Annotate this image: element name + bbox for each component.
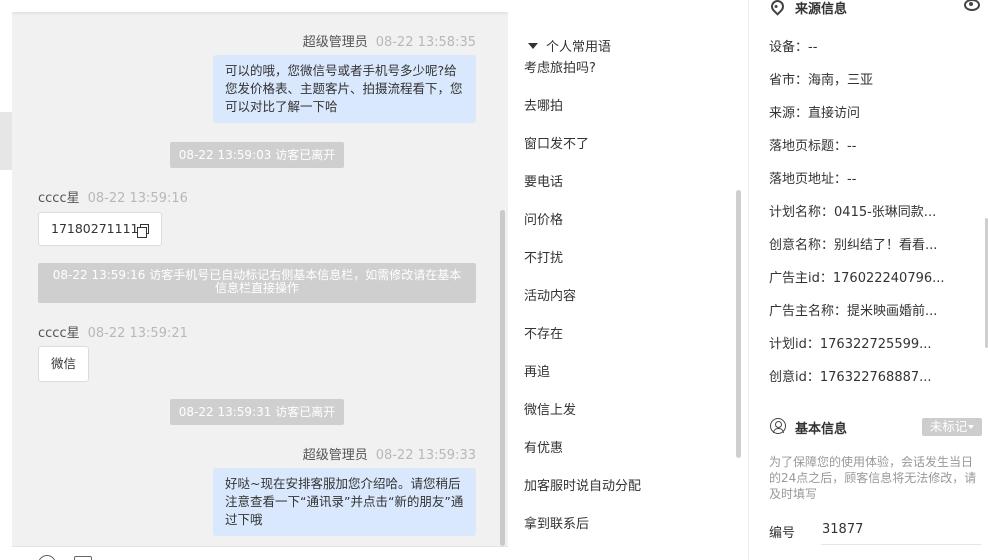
user-icon — [770, 418, 786, 434]
field-device: 设备：-- — [769, 40, 818, 55]
phrase-item[interactable]: 活动内容 — [524, 285, 576, 304]
field-landing-url: 落地页地址：-- — [769, 172, 857, 187]
field-label: 广告主名称 — [769, 304, 835, 319]
agent-message-bubble: 好哒~现在安排客服加您介绍哈。请您稍后注意查看一下“通讯录”并点击“新的朋友”通… — [213, 468, 476, 536]
field-plan-id: 计划id：176322725599... — [769, 337, 932, 352]
system-notice: 08-22 13:59:31 访客已离开 — [170, 399, 344, 425]
phrase-item[interactable]: 拿到联系后 — [524, 513, 589, 532]
field-label: 省市 — [769, 73, 796, 88]
field-value: 0415-张琳同款... — [834, 205, 937, 220]
field-value: -- — [847, 172, 857, 187]
message-meta: cccc星 08-22 13:59:21 — [38, 322, 188, 341]
field-label: 创意名称 — [769, 238, 822, 253]
sender-name: cccc星 — [38, 191, 80, 206]
location-pin-icon — [768, 0, 787, 16]
field-value: 海南，三亚 — [808, 73, 874, 88]
message-time: 08-22 13:59:21 — [87, 326, 188, 341]
phrase-item[interactable]: 问价格 — [524, 209, 563, 228]
chat-panel: 超级管理员 08-22 13:58:35 可以的哦，您微信号或者手机号多少呢?给您… — [12, 0, 508, 560]
phrase-item[interactable]: 不打扰 — [524, 247, 563, 266]
field-label: 广告主id — [769, 271, 820, 286]
message-time: 08-22 13:58:35 — [375, 35, 476, 50]
field-landing-title: 落地页标题：-- — [769, 139, 857, 154]
message-meta: cccc星 08-22 13:59:16 — [38, 187, 188, 206]
field-creative-name: 创意名称：别纠结了！看看... — [769, 238, 938, 253]
visitor-message-bubble: 微信 — [38, 346, 90, 382]
phrase-group-header[interactable]: 个人常用语 — [528, 36, 611, 55]
field-province-city: 省市：海南，三亚 — [769, 73, 874, 88]
phrase-item[interactable]: 有优惠 — [524, 437, 563, 456]
field-plan-name: 计划名称：0415-张琳同款... — [769, 205, 937, 220]
number-field-underline — [821, 544, 981, 545]
field-value: 提米映画婚前... — [847, 304, 938, 319]
field-advertiser-id: 广告主id：176022240796... — [769, 271, 945, 286]
edit-notice: 为了保障您的使用体验，会话发生当日的24点之后，顾客信息将无法修改，请及时填写 — [769, 455, 977, 501]
field-label: 落地页标题 — [769, 139, 835, 154]
side-collapse-tab[interactable] — [0, 112, 12, 170]
field-value: 176022240796... — [832, 271, 945, 286]
eye-icon[interactable] — [964, 0, 980, 11]
phrase-item[interactable]: 要电话 — [524, 171, 563, 190]
copy-icon[interactable] — [137, 224, 150, 238]
phrase-item[interactable]: 去哪拍 — [524, 95, 563, 114]
field-label: 计划id — [769, 337, 807, 352]
basic-info-title: 基本信息 — [795, 422, 848, 437]
phrase-item[interactable]: 微信上发 — [524, 399, 576, 418]
field-advertiser-name: 广告主名称：提米映画婚前... — [769, 304, 938, 319]
number-label: 编号 — [769, 526, 796, 541]
message-meta: 超级管理员 08-22 13:59:33 — [303, 444, 476, 463]
chat-scrollbar[interactable] — [500, 210, 505, 546]
sender-name: 超级管理员 — [302, 35, 368, 50]
message-composer[interactable] — [12, 546, 508, 560]
phrase-item[interactable]: 不存在 — [524, 323, 563, 342]
chat-header — [12, 0, 508, 12]
phrase-item[interactable]: 考虑旅拍吗? — [524, 57, 596, 76]
message-meta: 超级管理员 08-22 13:58:35 — [303, 31, 476, 50]
image-icon[interactable] — [74, 556, 92, 560]
system-notice: 08-22 13:59:03 访客已离开 — [170, 142, 344, 168]
field-source: 来源：直接访问 — [769, 106, 861, 121]
phone-number: 17180271111 — [51, 221, 139, 236]
field-label: 落地页地址 — [769, 172, 835, 187]
emoji-icon[interactable] — [38, 555, 56, 560]
field-value: 直接访问 — [808, 106, 861, 121]
mark-status-dropdown[interactable]: 未标记 — [922, 418, 982, 436]
phrase-item[interactable]: 窗口发不了 — [524, 133, 589, 152]
field-value: 176322768887... — [819, 370, 932, 385]
field-value: 别纠结了！看看... — [834, 238, 938, 253]
sender-name: cccc星 — [38, 326, 80, 341]
caret-down-icon — [968, 425, 975, 429]
field-value: 176322725599... — [819, 337, 932, 352]
visitor-info-panel: 来源信息 设备：-- 省市：海南，三亚 来源：直接访问 落地页标题：-- 落地页… — [748, 0, 988, 560]
visitor-message-bubble: 17180271111 — [38, 212, 163, 246]
field-label: 来源 — [769, 106, 796, 121]
phrase-group-title: 个人常用语 — [546, 40, 612, 55]
field-label: 创意id — [769, 370, 807, 385]
phrases-scrollbar[interactable] — [736, 190, 741, 458]
field-label: 计划名称 — [769, 205, 822, 220]
system-notice: 08-22 13:59:16 访客手机号已自动标记右侧基本信息栏，如需修改请在基… — [38, 263, 476, 303]
field-creative-id: 创意id：176322768887... — [769, 370, 932, 385]
message-time: 08-22 13:59:16 — [87, 191, 188, 206]
agent-message-bubble: 可以的哦，您微信号或者手机号多少呢?给您发价格表、主题客片、拍摄流程看下，您可以… — [213, 55, 476, 123]
phrase-item[interactable]: 再追 — [524, 361, 550, 380]
number-field[interactable]: 31877 — [822, 522, 863, 537]
field-value: -- — [808, 40, 818, 55]
quick-phrases-panel: 个人常用语 考虑旅拍吗? 去哪拍 窗口发不了 要电话 问价格 不打扰 活动内容 … — [508, 0, 748, 560]
caret-down-icon — [528, 43, 538, 49]
field-label: 设备 — [769, 40, 796, 55]
mark-status-label: 未标记 — [929, 419, 968, 434]
source-info-title: 来源信息 — [795, 2, 848, 17]
message-time: 08-22 13:59:33 — [375, 448, 476, 463]
phrase-item[interactable]: 加客服时说自动分配 — [524, 475, 641, 494]
sender-name: 超级管理员 — [302, 448, 368, 463]
field-value: -- — [847, 139, 857, 154]
